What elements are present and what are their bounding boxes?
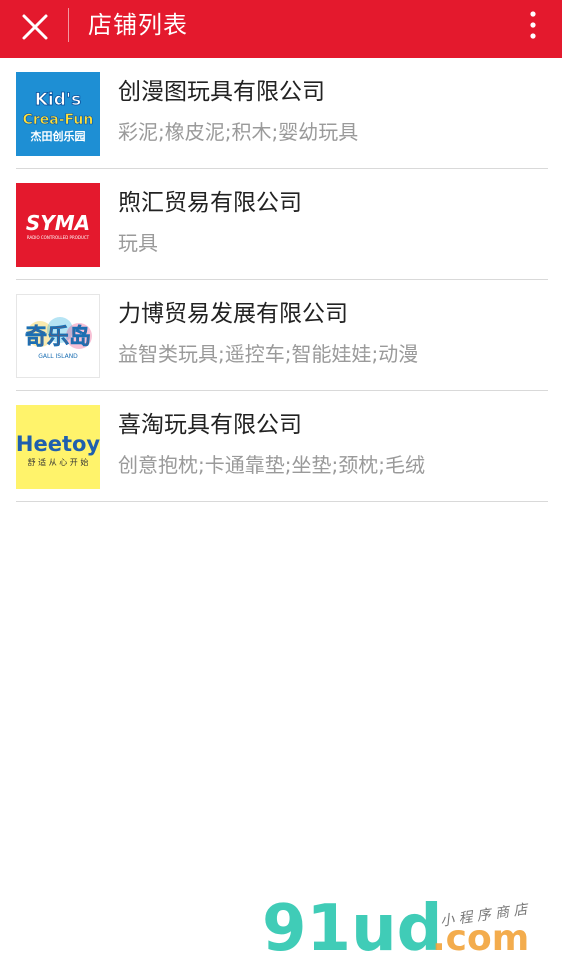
svg-text:小 程 序 商 店: 小 程 序 商 店 bbox=[439, 901, 530, 929]
kids-creafun-logo: Kid's Crea-Fun 杰田创乐园 bbox=[16, 72, 100, 156]
shop-list-page: 店铺列表 Kid's Crea-Fun 杰田创乐园 创漫图玩具有限公司 彩泥;橡… bbox=[0, 0, 562, 960]
shop-logo-heetoy: Heetoy 舒 适 从 心 开 始 bbox=[16, 405, 100, 489]
shop-logo-qiledao: 奇乐岛 GALL ISLAND bbox=[16, 294, 100, 378]
close-icon bbox=[22, 14, 48, 40]
shop-name: 力博贸易发展有限公司 bbox=[118, 301, 348, 327]
watermark-logo: 91ud .com 小 程 序 商 店 bbox=[262, 892, 530, 956]
syma-logo: SYMA RADIO CONTROLLED PRODUCT bbox=[16, 183, 100, 267]
shop-name: 煦汇贸易有限公司 bbox=[118, 190, 302, 216]
shop-list: Kid's Crea-Fun 杰田创乐园 创漫图玩具有限公司 彩泥;橡皮泥;积木… bbox=[0, 58, 562, 502]
shop-item[interactable]: 奇乐岛 GALL ISLAND 力博贸易发展有限公司 益智类玩具;遥控车;智能娃… bbox=[16, 280, 548, 391]
svg-text:杰田创乐园: 杰田创乐园 bbox=[31, 129, 86, 143]
close-button[interactable] bbox=[20, 12, 50, 42]
svg-text:SYMA: SYMA bbox=[26, 211, 90, 235]
shop-logo-kids-creafun: Kid's Crea-Fun 杰田创乐园 bbox=[16, 72, 100, 156]
shop-item[interactable]: SYMA RADIO CONTROLLED PRODUCT 煦汇贸易有限公司 玩… bbox=[16, 169, 548, 280]
more-vertical-icon bbox=[530, 11, 536, 39]
shop-tags: 玩具 bbox=[118, 231, 158, 255]
more-button[interactable] bbox=[526, 10, 540, 40]
svg-text:GALL ISLAND: GALL ISLAND bbox=[38, 353, 78, 360]
svg-text:RADIO CONTROLLED PRODUCT: RADIO CONTROLLED PRODUCT bbox=[27, 235, 90, 240]
shop-tags: 创意抱枕;卡通靠垫;坐垫;颈枕;毛绒 bbox=[118, 453, 425, 477]
shop-tags: 益智类玩具;遥控车;智能娃娃;动漫 bbox=[118, 342, 419, 366]
svg-text:Crea-Fun: Crea-Fun bbox=[23, 112, 94, 128]
svg-text:奇乐岛: 奇乐岛 bbox=[25, 324, 91, 350]
shop-name: 喜淘玩具有限公司 bbox=[118, 412, 302, 438]
svg-text:91ud: 91ud bbox=[262, 892, 442, 956]
shop-tags: 彩泥;橡皮泥;积木;婴幼玩具 bbox=[118, 120, 359, 144]
svg-text:Kid's: Kid's bbox=[35, 90, 82, 110]
shop-logo-syma: SYMA RADIO CONTROLLED PRODUCT bbox=[16, 183, 100, 267]
qiledao-logo: 奇乐岛 GALL ISLAND bbox=[16, 294, 100, 378]
page-title: 店铺列表 bbox=[88, 11, 188, 39]
header-bar: 店铺列表 bbox=[0, 0, 562, 58]
shop-item[interactable]: Heetoy 舒 适 从 心 开 始 喜淘玩具有限公司 创意抱枕;卡通靠垫;坐垫… bbox=[16, 391, 548, 502]
shop-item[interactable]: Kid's Crea-Fun 杰田创乐园 创漫图玩具有限公司 彩泥;橡皮泥;积木… bbox=[16, 58, 548, 169]
svg-text:.com: .com bbox=[432, 918, 529, 956]
shop-name: 创漫图玩具有限公司 bbox=[118, 79, 325, 105]
svg-text:Heetoy: Heetoy bbox=[16, 432, 100, 456]
svg-text:舒 适 从 心 开 始: 舒 适 从 心 开 始 bbox=[28, 457, 89, 467]
header-divider bbox=[68, 8, 69, 42]
heetoy-logo: Heetoy 舒 适 从 心 开 始 bbox=[16, 405, 100, 489]
